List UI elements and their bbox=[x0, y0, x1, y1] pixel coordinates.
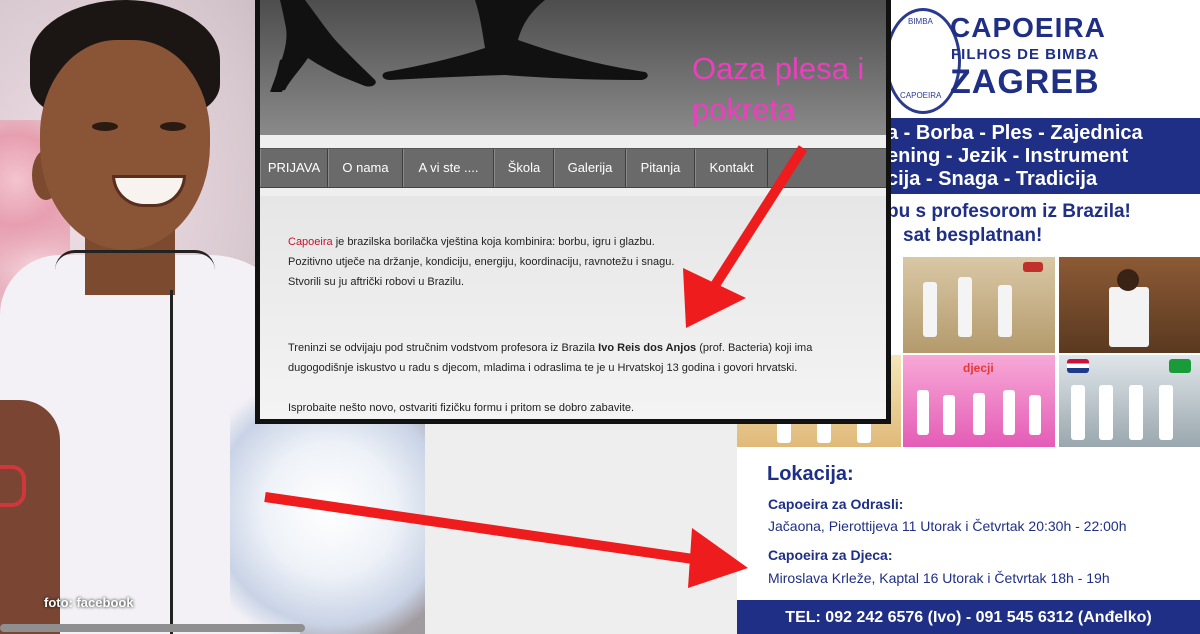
arrow-to-trainer-name bbox=[683, 145, 808, 328]
arrow-to-kids-location bbox=[264, 492, 748, 588]
annotation-arrows bbox=[264, 145, 808, 588]
